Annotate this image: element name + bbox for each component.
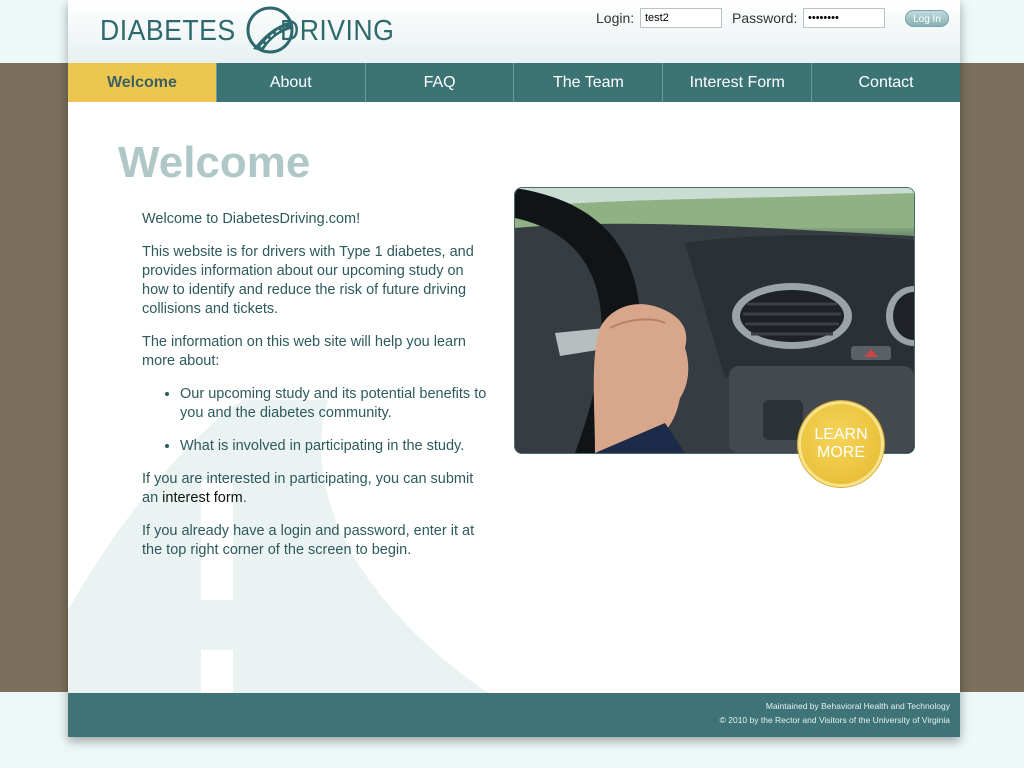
login-input[interactable] [640, 8, 722, 28]
benefits-list: Our upcoming study and its potential ben… [142, 385, 492, 456]
login-button[interactable]: Log In [905, 10, 949, 27]
password-input[interactable] [803, 8, 885, 28]
footer-copyright: © 2010 by the Rector and Visitors of the… [719, 715, 950, 725]
page-title: Welcome [118, 138, 311, 187]
nav-item-faq[interactable]: FAQ [364, 63, 514, 102]
learn-more-button[interactable]: LEARN MORE [798, 401, 884, 487]
nav-item-welcome[interactable]: Welcome [68, 63, 216, 102]
nav-item-the-team[interactable]: The Team [513, 63, 662, 102]
login-instruction-text: If you already have a login and password… [142, 523, 475, 558]
interest-form-link[interactable]: interest form [162, 490, 243, 506]
site-header: DIABETES DRIVING Login: Password: Log In [68, 0, 960, 63]
list-item: Our upcoming study and its potential ben… [180, 385, 492, 423]
main-nav: Welcome About FAQ The Team Interest Form… [68, 63, 960, 102]
interest-text: If you are interested in participating, … [142, 470, 492, 508]
welcome-content: Welcome to DiabetesDriving.com! This web… [142, 210, 492, 574]
nav-item-contact[interactable]: Contact [811, 63, 960, 102]
logo-text-driving: DRIVING [280, 14, 395, 47]
description-text: This website is for drivers with Type 1 … [142, 244, 474, 317]
password-label: Password: [732, 10, 798, 26]
nav-item-interest-form[interactable]: Interest Form [662, 63, 811, 102]
logo-text-diabetes: DIABETES [100, 14, 236, 47]
footer-text: Maintained by Behavioral Health and Tech… [720, 699, 950, 727]
footer-maintainer: Maintained by Behavioral Health and Tech… [765, 701, 950, 711]
site-logo[interactable]: DIABETES DRIVING [100, 6, 400, 56]
nav-item-about[interactable]: About [215, 63, 365, 102]
page-container: DIABETES DRIVING Login: Password: Log In… [68, 0, 960, 737]
learn-more-line1: LEARN [814, 426, 868, 443]
intro-text: Welcome to DiabetesDriving.com! [142, 211, 361, 227]
login-label: Login: [596, 10, 635, 26]
interest-text-suffix: . [242, 490, 247, 506]
info-intro-text: The information on this web site will he… [142, 334, 466, 369]
list-item: What is involved in participating in the… [180, 437, 492, 456]
site-footer: Maintained by Behavioral Health and Tech… [68, 693, 960, 737]
learn-more-line2: MORE [817, 444, 865, 461]
